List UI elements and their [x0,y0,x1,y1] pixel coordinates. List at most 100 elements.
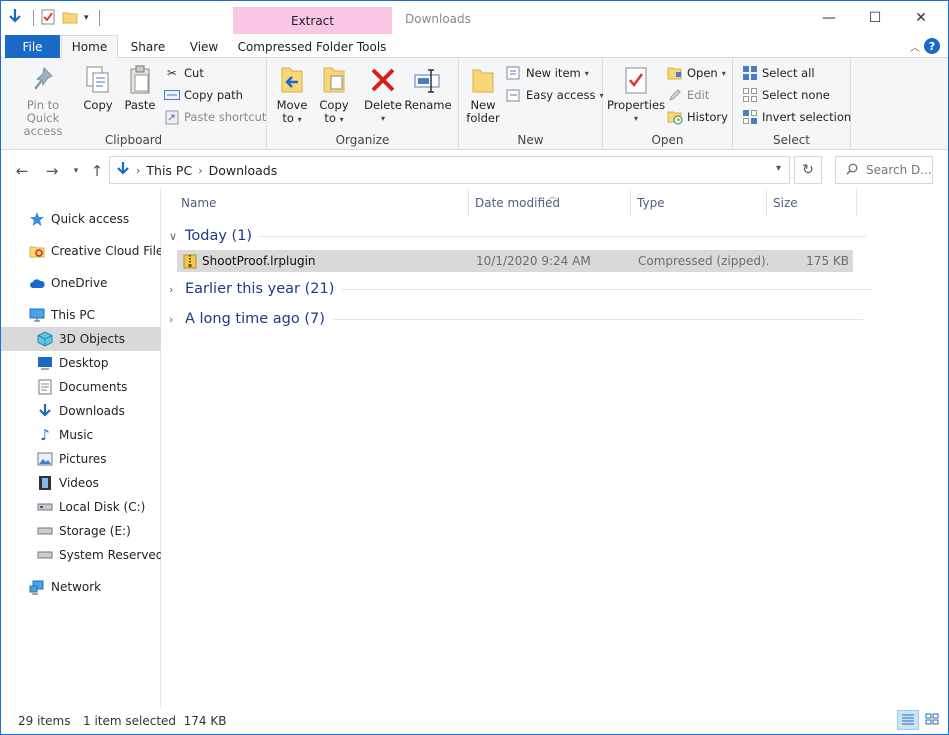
status-bar: 29 items 1 item selected 174 KB [1,707,948,734]
new-folder-icon[interactable] [62,9,78,28]
nav-item-quick-access[interactable]: Quick access [1,207,161,231]
refresh-button[interactable]: ↻ [794,156,822,184]
details-view-icon [901,713,915,728]
up-button[interactable]: ↑ [86,161,108,181]
nav-item-network[interactable]: Network [1,575,161,599]
properties-button[interactable]: Properties ▾ [607,62,665,125]
help-icon[interactable]: ? [924,38,940,54]
drive-icon [37,523,53,539]
group-label: Today (1) [185,228,253,244]
move-to-button[interactable]: Move to ▾ [275,62,309,126]
nav-item-3d-objects[interactable]: 3D Objects [1,327,161,351]
easy-access-icon [506,87,522,103]
nav-item-creative-cloud-files[interactable]: Creative Cloud Files [1,239,161,263]
group-header-earlier-this-year[interactable]: › Earlier this year (21) [169,278,873,300]
nav-item-this-pc[interactable]: This PC [1,303,161,327]
select-all-button[interactable]: Select all [742,64,815,82]
cut-button[interactable]: ✂ Cut [164,64,204,82]
invert-selection-label: Invert selection [762,110,852,124]
back-button[interactable]: ← [11,161,33,181]
new-folder-button[interactable]: New folder [463,62,503,125]
properties-icon[interactable] [40,9,56,28]
copy-to-button[interactable]: Copy to ▾ [317,62,351,126]
minimize-button[interactable]: — [806,6,852,30]
group-header-today[interactable]: ∨ Today (1) [169,225,867,247]
address-dropdown-icon[interactable]: ▾ [776,163,781,174]
nav-item-storage-e[interactable]: Storage (E:) [1,519,161,543]
new-folder-label-line2: folder [466,111,500,125]
nav-item-desktop[interactable]: Desktop [1,351,161,375]
tab-home[interactable]: Home [61,35,118,59]
chevron-right-icon: › [169,312,174,326]
nav-item-documents[interactable]: Documents [1,375,161,399]
recent-locations-button[interactable]: ▾ [65,161,87,181]
star-icon [29,211,45,227]
group-divider [342,288,873,290]
new-item-icon [506,65,522,81]
status-item-count: 29 items [18,713,71,728]
nav-item-local-disk-c[interactable]: Local Disk (C:) [1,495,161,519]
breadcrumb-this-pc[interactable]: This PC [146,163,192,178]
history-button[interactable]: History [667,108,728,126]
delete-dropdown-icon[interactable]: ▾ [381,112,385,125]
new-item-button[interactable]: New item ▾ [506,64,589,82]
breadcrumb-downloads[interactable]: Downloads [209,163,278,178]
breadcrumb-separator[interactable]: › [136,164,140,177]
easy-access-button[interactable]: Easy access ▾ [506,86,604,104]
file-list: ︿ Name Date modified Type Size ∨ Today (… [163,189,948,707]
cut-label: Cut [184,66,204,80]
close-button[interactable]: ✕ [898,6,944,30]
film-icon [37,475,53,491]
delete-button[interactable]: Delete ▾ [364,62,402,125]
forward-button[interactable]: → [41,161,63,181]
nav-item-system-reserved-f[interactable]: System Reserved (F: [1,543,161,567]
open-button[interactable]: Open ▾ [667,64,726,82]
column-header-size[interactable]: Size [767,189,857,217]
group-label: Earlier this year (21) [185,281,335,297]
edit-button[interactable]: Edit [667,86,709,104]
nav-item-music[interactable]: ♪ Music [1,423,161,447]
rename-button[interactable]: Rename [404,62,452,112]
copy-path-button[interactable]: Copy path [164,86,243,104]
history-icon [667,109,683,125]
nav-item-pictures[interactable]: Pictures [1,447,161,471]
breadcrumb-separator[interactable]: › [198,164,202,177]
select-none-button[interactable]: Select none [742,86,830,104]
collapse-ribbon-icon[interactable]: ︿ [910,39,920,54]
copy-label: Copy [83,98,113,112]
paste-button[interactable]: Paste [121,62,159,112]
paste-shortcut-button[interactable]: Paste shortcut [164,108,266,126]
large-icons-view-button[interactable] [921,710,943,730]
arrow-left-icon: ← [15,162,29,180]
chevron-down-icon: ▾ [73,166,79,176]
new-item-dropdown-icon: ▾ [584,68,589,78]
details-view-button[interactable] [897,710,919,730]
column-header-name[interactable]: Name [175,189,469,217]
address-bar[interactable]: › This PC › Downloads ▾ [109,156,790,184]
search-box[interactable]: Search D... [835,156,933,184]
column-header-date-modified[interactable]: Date modified [469,189,631,217]
tab-share[interactable]: Share [123,35,173,58]
maximize-button[interactable]: ☐ [852,6,898,30]
pin-to-quick-access-button[interactable]: Pin to Quick access [9,62,77,138]
arrow-up-icon: ↑ [90,162,104,180]
column-header-type[interactable]: Type [631,189,767,217]
group-header-a-long-time-ago[interactable]: › A long time ago (7) [169,308,863,330]
table-row[interactable]: ShootProof.lrplugin 10/1/2020 9:24 AM Co… [177,250,853,272]
copy-button[interactable]: Copy [81,62,115,112]
qat-customize-icon[interactable]: ▾ [84,13,89,23]
nav-item-onedrive[interactable]: OneDrive [1,271,161,295]
properties-dropdown-icon[interactable]: ▾ [634,112,638,125]
cloud-icon [29,275,45,291]
tab-file[interactable]: File [5,35,60,58]
nav-item-videos[interactable]: Videos [1,471,161,495]
download-arrow-icon [7,8,23,29]
easy-access-label: Easy access [526,88,596,102]
delete-label: Delete [364,98,402,112]
file-type: Compressed (zipped)... [638,254,768,268]
invert-selection-button[interactable]: Invert selection [742,108,851,126]
tab-view[interactable]: View [181,35,227,58]
tab-compressed-folder-tools[interactable]: Compressed Folder Tools [235,35,389,58]
nav-item-downloads[interactable]: Downloads [1,399,161,423]
edit-label: Edit [687,88,710,102]
